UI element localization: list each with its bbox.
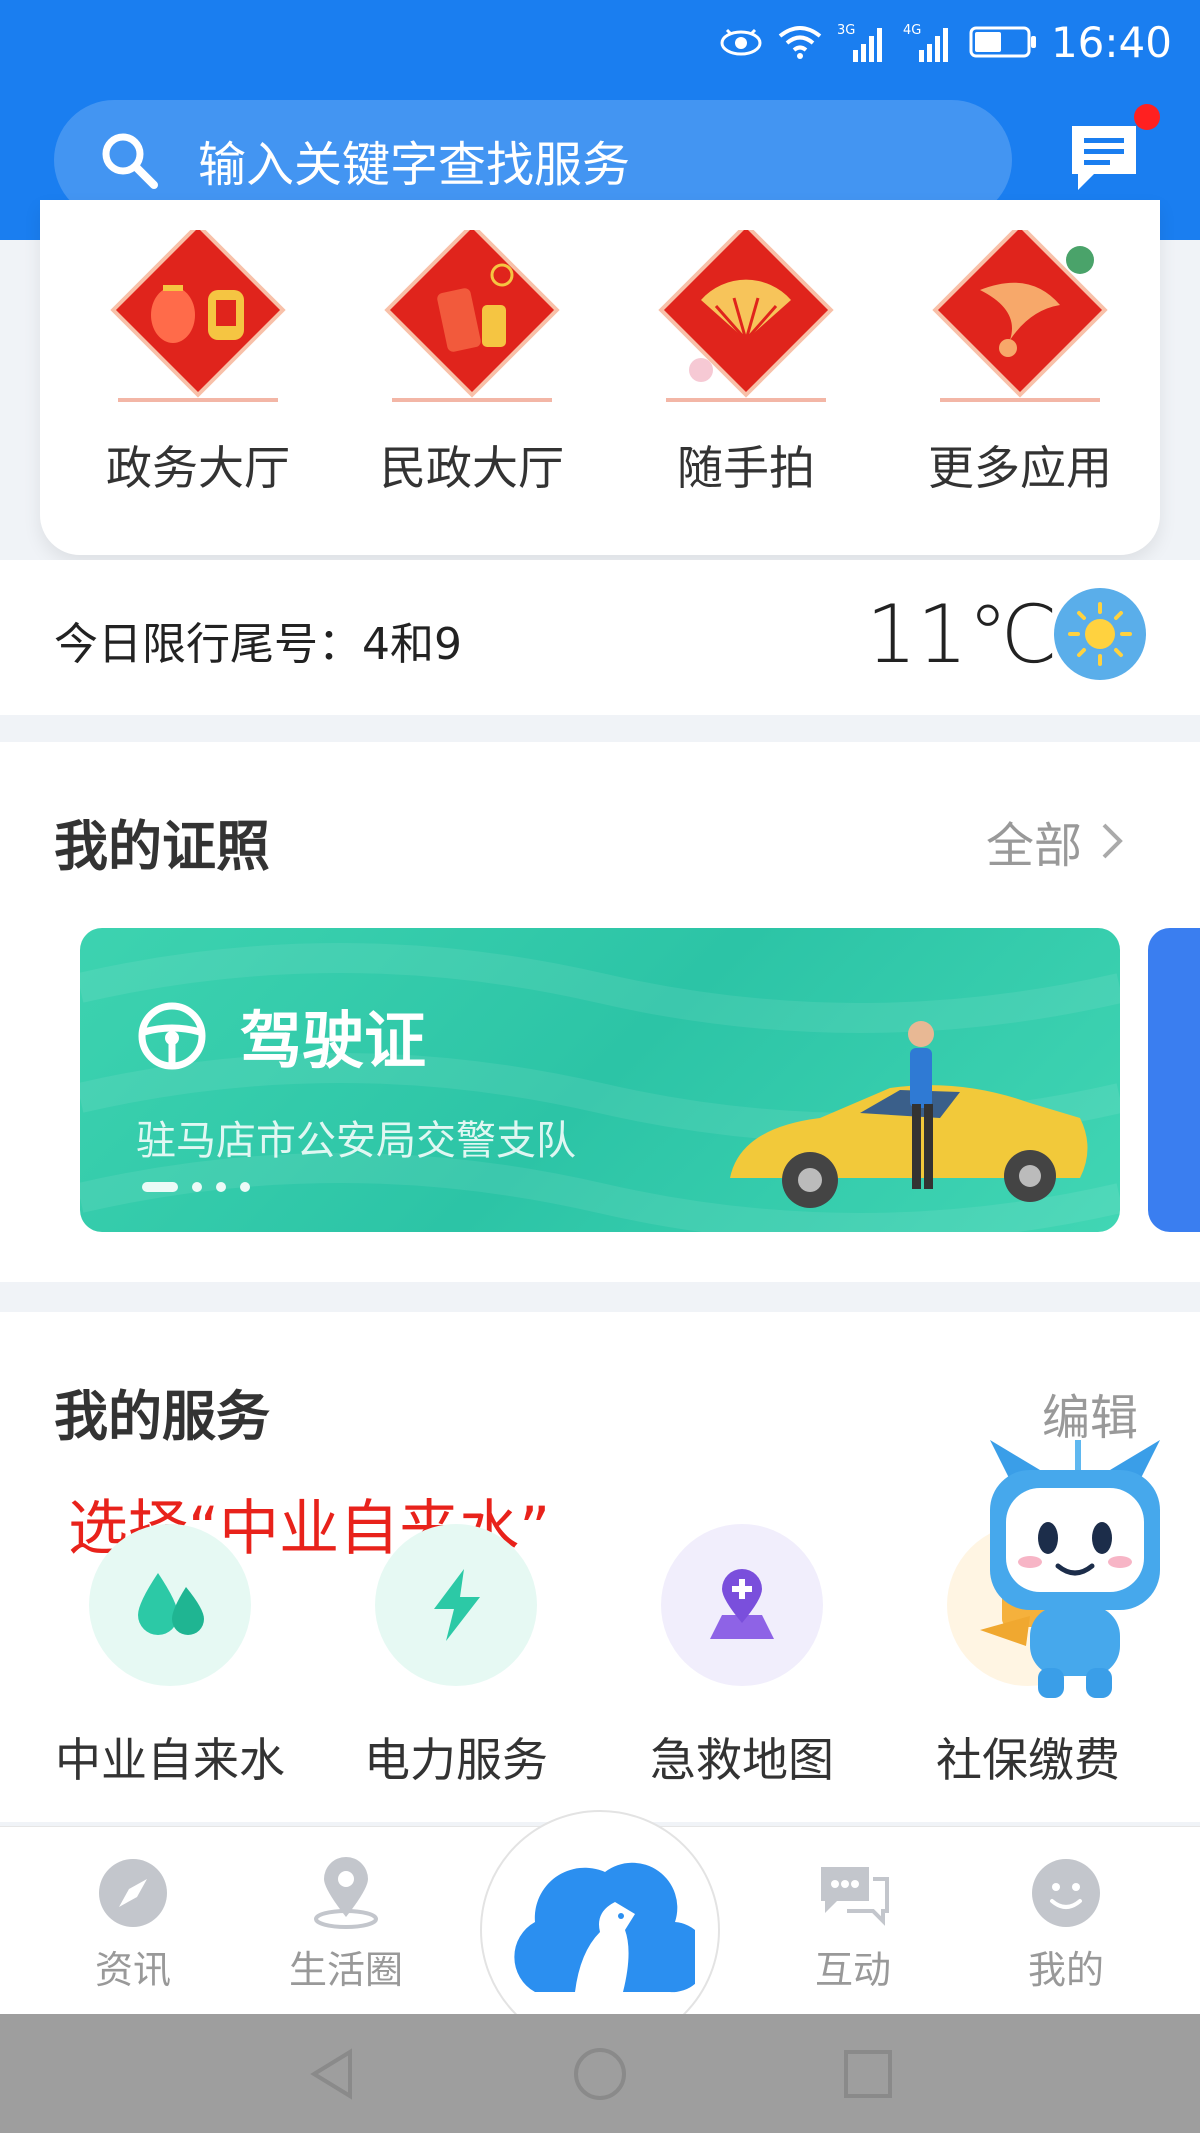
service-label: 电力服务 (364, 1733, 548, 1787)
smiley-icon (1032, 1859, 1100, 1927)
traffic-weather-row: 今日限行尾号：4和9 11℃ (0, 560, 1200, 715)
nav-tab-interaction[interactable]: 互动 (773, 1857, 933, 1994)
service-label: 社保缴费 (936, 1733, 1120, 1787)
search-placeholder: 输入关键字查找服务 (198, 137, 631, 193)
service-item-electric[interactable]: 电力服务 (326, 1524, 586, 1790)
certificates-all-label: 全部 (986, 818, 1083, 874)
signal-4g-icon: 4G (903, 20, 955, 64)
driver-license-card[interactable]: 驾驶证 驻马店市公安局交警支队 (80, 928, 1120, 1232)
home-circle-icon[interactable] (570, 2044, 630, 2104)
app-label: 更多应用 (928, 441, 1112, 495)
chevron-right-icon (1102, 823, 1123, 859)
nav-label: 互动 (814, 1948, 891, 1992)
car-illustration (730, 1021, 1088, 1208)
status-time: 16:40 (1050, 17, 1172, 67)
signal-3g-icon: 3G (837, 20, 889, 64)
app-item-government-hall[interactable]: 政务大厅 (88, 230, 308, 520)
nav-tab-mine[interactable]: 我的 (986, 1857, 1146, 1994)
first-aid-service-circle (661, 1524, 823, 1686)
eye-icon (719, 26, 763, 58)
card-title: 驾驶证 (240, 1004, 427, 1077)
certificates-all-link[interactable]: 全部 (986, 806, 1124, 876)
nav-label: 资讯 (94, 1948, 171, 1992)
message-unread-dot (1134, 104, 1160, 130)
net-3g-label: 3G (837, 23, 855, 38)
lantern-badge-icon (110, 230, 286, 402)
status-bar: 3G 4G 16:40 (719, 14, 1172, 70)
fish-badge-icon (932, 230, 1108, 402)
nav-label: 我的 (1027, 1948, 1104, 1992)
search-icon (102, 133, 158, 189)
nav-tab-life-circle[interactable]: 生活圈 (266, 1857, 426, 1994)
fan-badge-icon (658, 230, 834, 402)
card-issuer: 驻马店市公安局交警支队 (136, 1118, 576, 1164)
service-label: 中业自来水 (55, 1733, 285, 1787)
traffic-limit-text: 今日限行尾号：4和9 (54, 619, 462, 670)
carousel-dot (192, 1182, 202, 1192)
wifi-icon (777, 22, 823, 62)
quick-apps-card: 政务大厅 民政大厅 随手拍 更多应用 (40, 200, 1160, 555)
app-item-more-apps[interactable]: 更多应用 (910, 230, 1130, 520)
water-drop-icon (138, 1573, 204, 1635)
horse-cloud-logo-icon[interactable] (505, 1852, 695, 2002)
services-title: 我的服务 (54, 1385, 270, 1448)
carousel-dot (216, 1182, 226, 1192)
services-edit-button[interactable]: 编辑 (1042, 1378, 1138, 1448)
compass-icon (99, 1859, 167, 1927)
nav-tab-news[interactable]: 资讯 (53, 1857, 213, 1994)
firecracker-badge-icon (384, 230, 560, 402)
carousel-dot-active (142, 1182, 178, 1192)
next-certificate-card[interactable] (1148, 928, 1200, 1232)
service-item-water[interactable]: 中业自来水 (40, 1524, 300, 1790)
lightning-icon (434, 1569, 480, 1641)
app-label: 政务大厅 (106, 441, 290, 495)
certificates-title: 我的证照 (54, 815, 270, 878)
carousel-dot (240, 1182, 250, 1192)
back-triangle-icon[interactable] (302, 2044, 362, 2104)
water-service-circle (89, 1524, 251, 1686)
recents-square-icon[interactable] (838, 2044, 898, 2104)
service-label: 急救地图 (650, 1733, 834, 1787)
robot-mascot-icon[interactable] (970, 1440, 1180, 1700)
service-item-first-aid-map[interactable]: 急救地图 (612, 1524, 872, 1790)
net-4g-label: 4G (903, 23, 921, 38)
temperature: 11℃ (866, 588, 1058, 681)
sun-icon (1054, 588, 1146, 680)
carousel-dots (142, 1182, 250, 1192)
chat-bubbles-icon (821, 1867, 889, 1926)
battery-icon (969, 25, 1037, 59)
my-certificates-section: 我的证照 全部 驾驶证 驻马店市公安局交警支队 (0, 742, 1200, 1282)
steering-wheel-icon (138, 1002, 206, 1070)
location-pin-icon (314, 1857, 378, 1929)
app-item-snapshot[interactable]: 随手拍 (636, 230, 856, 520)
app-label: 民政大厅 (380, 441, 564, 495)
app-label: 随手拍 (677, 441, 815, 495)
nav-label: 生活圈 (288, 1948, 403, 1992)
message-icon[interactable] (1068, 122, 1140, 194)
medical-map-icon (710, 1569, 774, 1639)
electric-service-circle (375, 1524, 537, 1686)
app-item-civil-affairs[interactable]: 民政大厅 (362, 230, 582, 520)
system-navigation-bar (0, 2014, 1200, 2133)
